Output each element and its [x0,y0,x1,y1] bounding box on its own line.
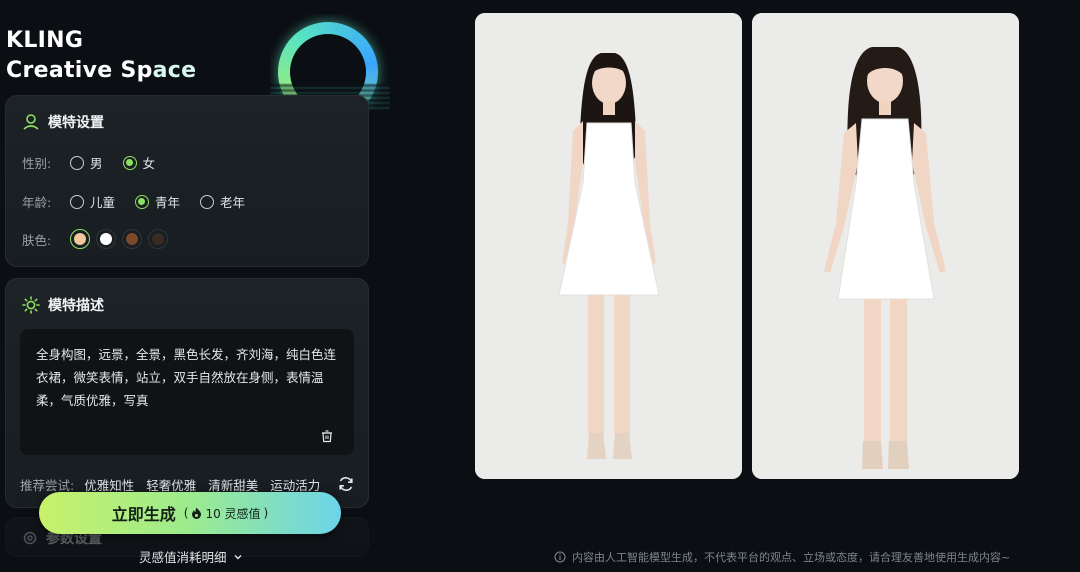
generated-image-2[interactable] [752,13,1019,479]
skin-swatch-light[interactable] [70,229,90,249]
cost-detail-label: 灵感值消耗明细 [139,550,227,565]
model-settings-title: 模特设置 [48,115,104,131]
flame-icon [192,507,202,519]
sun-icon [22,296,40,314]
user-icon [23,114,39,130]
description-text: 全身构图，远景，全景，黑色长发，齐刘海，纯白色连衣裙，微笑表情，站立，双手自然放… [36,347,337,408]
model-photo [752,13,1019,479]
model-settings-header: 模特设置 [22,112,104,132]
description-textarea[interactable]: 全身构图，远景，全景，黑色长发，齐刘海，纯白色连衣裙，微笑表情，站立，双手自然放… [20,329,354,455]
age-option-elder[interactable]: 老年 [200,192,245,211]
brand-logo: KLING Creative Space [6,26,196,86]
model-settings-panel: 模特设置 性别: 男 女 年龄: 儿童 青年 老年 肤色: [5,95,369,267]
age-label: 年龄: [22,195,52,210]
trash-icon[interactable] [320,429,334,443]
age-option-youth[interactable]: 青年 [135,192,180,211]
generate-button[interactable]: 立即生成 ( 10 灵感值 ) [39,492,341,534]
settings-icon [23,531,37,545]
gender-row: 性别: 男 女 [22,153,175,172]
gender-option-female[interactable]: 女 [122,153,155,172]
model-photo [475,13,742,479]
skin-swatch-white[interactable] [96,229,116,249]
skin-swatch-brown[interactable] [122,229,142,249]
age-row: 年龄: 儿童 青年 老年 [22,192,265,211]
generated-image-1[interactable] [475,13,742,479]
gender-option-male[interactable]: 男 [70,153,103,172]
model-description-title: 模特描述 [48,298,104,314]
age-option-child[interactable]: 儿童 [70,192,115,211]
disclaimer-text: 内容由人工智能模型生成，不代表平台的观点、立场或态度，请合理友善地使用生成内容~ [572,551,1011,564]
skin-swatch-dark[interactable] [148,229,168,249]
radio-icon [200,194,215,209]
brand-line1: KLING [6,28,84,53]
gender-label: 性别: [22,156,52,171]
info-icon [554,551,566,563]
model-description-panel: 模特描述 全身构图，远景，全景，黑色长发，齐刘海，纯白色连衣裙，微笑表情，站立，… [5,278,369,508]
radio-selected-icon [122,155,137,170]
generate-label: 立即生成 [111,505,176,524]
chevron-down-icon [234,554,242,559]
model-description-header: 模特描述 [22,295,104,315]
generate-cost: ( 10 灵感值 ) [183,506,269,521]
radio-selected-icon [135,194,150,209]
radio-icon [70,155,84,170]
brand-line2: Creative Space [6,58,197,83]
skin-label: 肤色: [22,232,52,248]
refresh-icon[interactable] [337,475,355,493]
cost-detail-toggle[interactable]: 灵感值消耗明细 [139,547,243,566]
radio-icon [70,194,84,209]
skin-row: 肤色: [22,229,174,249]
ai-disclaimer: 内容由人工智能模型生成，不代表平台的观点、立场或态度，请合理友善地使用生成内容~ [554,549,1010,565]
